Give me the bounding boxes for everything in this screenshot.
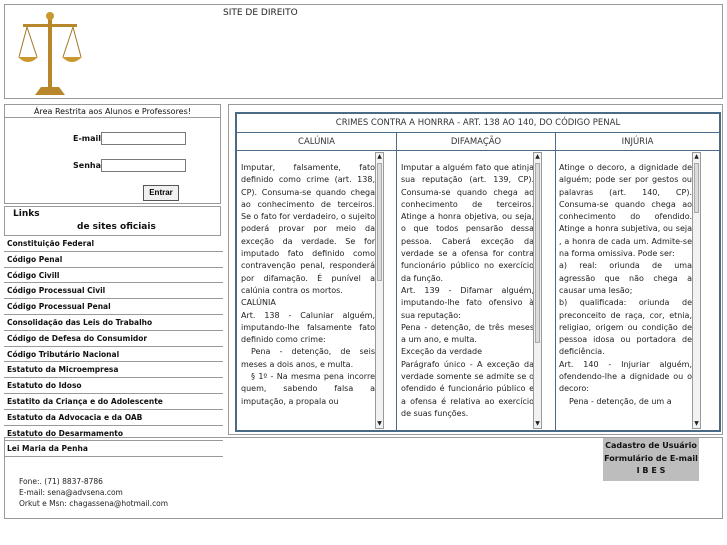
link-codigo-processual-penal[interactable]: Código Processual Penal [4, 299, 223, 315]
submit-button[interactable]: Entrar [143, 185, 179, 201]
link-clt[interactable]: Consolidação das Leis do Trabalho [4, 315, 223, 331]
calunia-text: Imputar, falsamente, fato definido como … [241, 162, 375, 408]
injuria-paragraph: Art. 140 - Injuriar alguém, ofendendo-lh… [559, 359, 692, 394]
formulario-email-link[interactable]: Formulário de E-mail [603, 453, 699, 466]
link-constituicao-federal[interactable]: Constituição Federal [4, 236, 223, 252]
calunia-paragraph: § 1º - Na mesma pena incorre quem, saben… [241, 372, 375, 406]
injuria-scrollbar[interactable]: ▲ ▼ [692, 152, 701, 429]
contact-phone: Fone:. (71) 8837-8786 [19, 477, 103, 486]
link-codigo-civil[interactable]: Código Civill [4, 268, 223, 284]
difamacao-paragraph: Exceção da verdade [401, 347, 483, 357]
page-header: SITE DE DIREITO [4, 4, 723, 99]
difamacao-textarea[interactable]: Imputar a alguém fato que atinja sua rep… [401, 151, 535, 430]
injuria-paragraph: b) qualificada: oriunda de preconceito d… [559, 298, 692, 357]
email-label: E-mail [73, 134, 102, 143]
calunia-textarea[interactable]: Imputar, falsamente, fato definido como … [241, 151, 376, 430]
contact-orkut-msn: Orkut e Msn: chagassena@hotmail.com [19, 499, 169, 508]
crimes-table-title: CRIMES CONTRA A HONRRA - ART. 138 AO 140… [237, 114, 719, 133]
password-field[interactable] [101, 159, 186, 172]
scroll-up-icon[interactable]: ▲ [693, 153, 700, 161]
link-codigo-processual-civil[interactable]: Código Processual Civil [4, 283, 223, 300]
column-divider [396, 133, 397, 430]
calunia-scrollbar[interactable]: ▲ ▼ [375, 152, 384, 429]
links-subtitle: de sites oficiais [77, 222, 156, 232]
link-codigo-penal[interactable]: Código Penal [4, 252, 223, 268]
link-estatuto-advocacia-oab[interactable]: Estatuto da Advocacia e da OAB [4, 410, 223, 426]
column-heading-difamacao: DIFAMAÇÃO [397, 133, 555, 151]
column-divider [555, 133, 556, 430]
login-panel: Área Restrita aos Alunos e Professores! … [4, 104, 221, 204]
email-field[interactable] [101, 132, 186, 145]
cadastro-usuario-link[interactable]: Cadastro de Usuário [603, 440, 699, 453]
difamacao-paragraph: Parágrafo único - A exceção da verdade s… [401, 359, 534, 418]
ibes-link[interactable]: I B E S [603, 465, 699, 478]
column-heading-injuria: INJÚRIA [556, 133, 719, 151]
contact-email: E-mail: sena@advsena.com [19, 488, 123, 497]
page-footer: Fone:. (71) 8837-8786 E-mail: sena@advse… [4, 437, 723, 519]
injuria-textarea[interactable]: Atinge o decoro, a dignidade de alguém; … [559, 151, 693, 430]
link-codigo-defesa-consumidor[interactable]: Código de Defesa do Consumidor [4, 331, 223, 347]
difamacao-paragraph: Imputar a alguém fato que atinja sua rep… [401, 163, 534, 283]
password-label: Senha [73, 161, 101, 170]
crimes-table: CRIMES CONTRA A HONRRA - ART. 138 AO 140… [235, 112, 721, 432]
scroll-down-icon[interactable]: ▼ [376, 420, 383, 428]
calunia-paragraph: Pena - detenção, de seis meses a dois an… [241, 347, 375, 369]
site-title: SITE DE DIREITO [223, 8, 298, 18]
link-estatuto-idoso[interactable]: Estatuto do Idoso [4, 378, 223, 394]
calunia-paragraph: Art. 138 - Caluniar alguém, imputando-lh… [241, 310, 375, 345]
links-panel: Links de sites oficiais [4, 206, 221, 236]
scroll-down-icon[interactable]: ▼ [534, 420, 541, 428]
link-estatuto-crianca-adolescente[interactable]: Estatito da Criança e do Adolescente [4, 394, 223, 410]
column-heading-calunia: CALÚNIA [237, 133, 396, 151]
injuria-paragraph: Atinge o decoro, a dignidade de alguém; … [559, 163, 692, 259]
difamacao-paragraph: Pena - detenção, de três meses a um ano,… [401, 322, 534, 345]
scroll-thumb[interactable] [377, 163, 382, 281]
calunia-paragraph: CALÚNIA [241, 298, 276, 308]
scroll-thumb[interactable] [694, 163, 699, 213]
login-panel-title: Área Restrita aos Alunos e Professores! [5, 105, 220, 118]
scales-of-justice-logo [18, 12, 82, 95]
scroll-down-icon[interactable]: ▼ [693, 420, 700, 428]
injuria-paragraph: Pena - detenção, de um a [569, 396, 672, 406]
links-title: Links [13, 209, 40, 219]
difamacao-text: Imputar a alguém fato que atinja sua rep… [401, 162, 534, 420]
difamacao-paragraph: Art. 139 - Difamar alguém, imputando-lhe… [401, 285, 534, 320]
injuria-paragraph: a) real: oriunda de uma agressão que não… [559, 261, 692, 295]
injuria-text: Atinge o decoro, a dignidade de alguém; … [559, 162, 692, 408]
scroll-up-icon[interactable]: ▲ [534, 153, 541, 161]
link-estatuto-microempresa[interactable]: Estatuto da Microempresa [4, 362, 223, 379]
link-codigo-tributario[interactable]: Código Tributário Nacional [4, 347, 223, 363]
difamacao-scrollbar[interactable]: ▲ ▼ [533, 152, 542, 429]
scroll-thumb[interactable] [535, 163, 540, 343]
scroll-up-icon[interactable]: ▲ [376, 153, 383, 161]
official-links-list: Constituição Federal Código Penal Código… [4, 236, 223, 458]
calunia-paragraph: Imputar, falsamente, fato definido como … [241, 163, 375, 295]
cadastro-panel: Cadastro de Usuário Formulário de E-mail… [603, 438, 699, 481]
